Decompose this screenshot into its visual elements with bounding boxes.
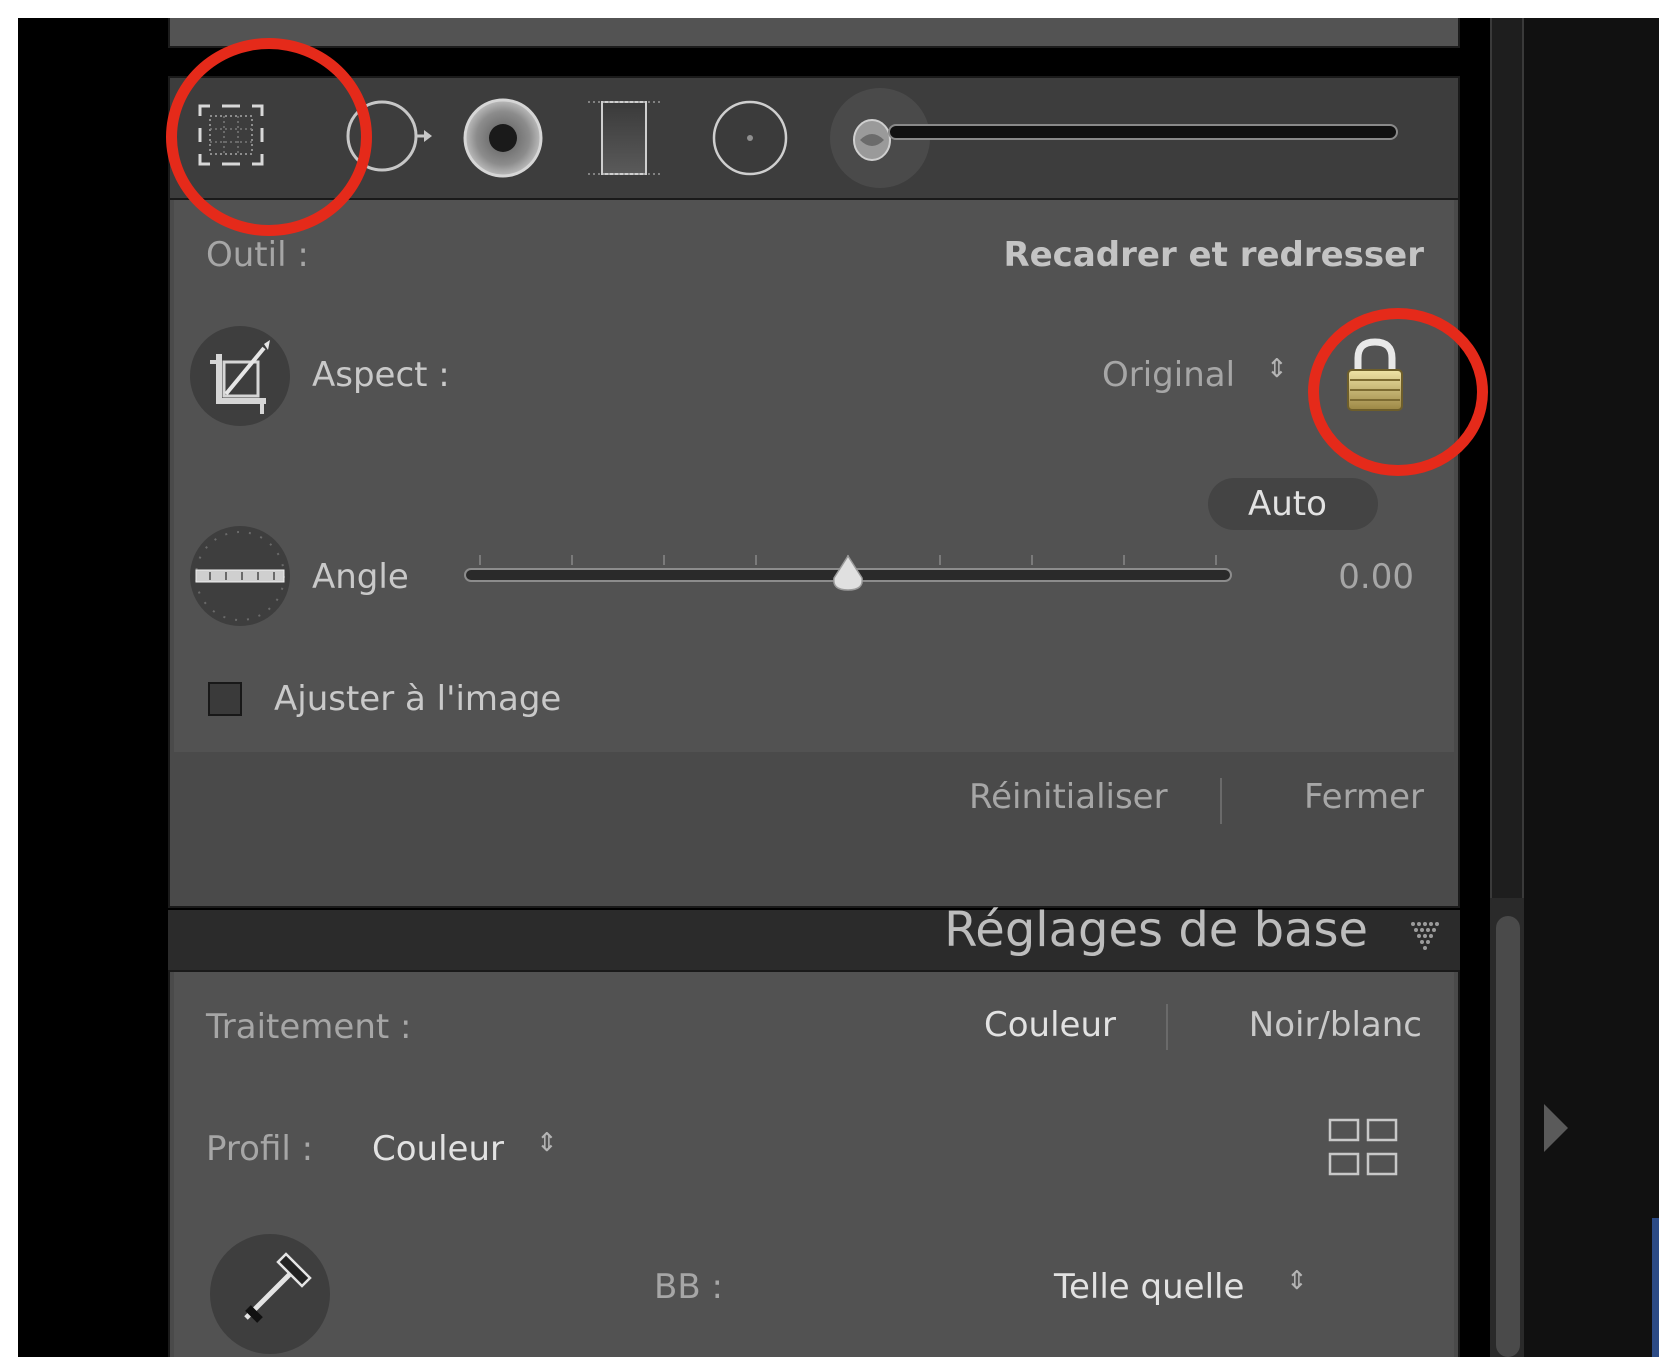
crop-footer: Réinitialiser Fermer bbox=[174, 752, 1454, 852]
treatment-row: Traitement : Couleur Noir/blanc bbox=[174, 972, 1454, 1081]
constrain-checkbox[interactable] bbox=[208, 682, 242, 716]
basic-panel: Traitement : Couleur Noir/blanc Profil :… bbox=[168, 970, 1460, 1357]
close-button[interactable]: Fermer bbox=[1304, 780, 1424, 814]
wb-label: BB : bbox=[654, 1267, 723, 1307]
panel-collapse-icon[interactable] bbox=[1408, 918, 1442, 952]
tool-label: Outil : bbox=[206, 235, 309, 275]
treatment-color-option[interactable]: Couleur bbox=[984, 1008, 1116, 1042]
brush-size-slider[interactable] bbox=[888, 124, 1398, 140]
lightroom-develop-panel: Outil : Recadrer et redresser Aspect: O… bbox=[18, 18, 1659, 1357]
window-edge bbox=[1652, 1218, 1659, 1357]
treatment-label: Traitement : bbox=[206, 1007, 412, 1047]
eyedropper-icon[interactable] bbox=[210, 1234, 330, 1354]
profile-label: Profil : bbox=[206, 1129, 314, 1169]
white-balance-row: BB : Telle quelle ⇕ bbox=[174, 1218, 1454, 1357]
crop-panel: Outil : Recadrer et redresser Aspect: O… bbox=[168, 198, 1460, 908]
basic-panel-title: Réglages de base bbox=[944, 902, 1368, 958]
basic-panel-header[interactable]: Réglages de base bbox=[168, 906, 1460, 970]
straighten-tool-icon[interactable] bbox=[190, 526, 290, 626]
angle-slider-thumb[interactable] bbox=[830, 554, 866, 596]
annotation-circle-crop-tool bbox=[166, 38, 372, 236]
profile-row: Profil : Couleur ⇕ bbox=[174, 1080, 1454, 1219]
filmstrip-edge bbox=[1524, 18, 1659, 1357]
treatment-separator bbox=[1166, 1004, 1168, 1050]
previous-panel-edge bbox=[168, 18, 1460, 48]
scrollbar-thumb[interactable] bbox=[1496, 916, 1520, 1357]
radial-filter-icon[interactable] bbox=[708, 96, 792, 180]
aspect-value[interactable]: Original bbox=[1102, 358, 1235, 392]
aspect-row: Aspect : Original ⇕ bbox=[174, 306, 1454, 445]
graduated-filter-icon[interactable] bbox=[584, 96, 664, 180]
treatment-bw-option[interactable]: Noir/blanc bbox=[1249, 1008, 1422, 1042]
auto-button[interactable]: Auto bbox=[1208, 478, 1378, 530]
wb-chevron-icon[interactable]: ⇕ bbox=[1286, 1268, 1308, 1294]
aspect-label: Aspect : bbox=[312, 355, 450, 395]
aspect-chevron-icon[interactable]: ⇕ bbox=[1266, 356, 1288, 382]
profile-chevron-icon[interactable]: ⇕ bbox=[536, 1130, 558, 1156]
collapse-right-panel-icon[interactable] bbox=[1542, 1100, 1572, 1156]
annotation-circle-lock bbox=[1308, 308, 1488, 476]
red-eye-icon[interactable] bbox=[458, 93, 548, 183]
profile-browser-icon[interactable] bbox=[1326, 1116, 1398, 1178]
wb-value[interactable]: Telle quelle bbox=[1054, 1270, 1244, 1304]
angle-row: Auto Angle 0.00 bbox=[174, 444, 1454, 643]
angle-label: Angle bbox=[312, 557, 409, 597]
profile-value[interactable]: Couleur bbox=[372, 1132, 504, 1166]
tool-row: Outil : Recadrer et redresser bbox=[174, 200, 1454, 307]
scrollbar-track-upper bbox=[1490, 18, 1524, 898]
angle-value[interactable]: 0.00 bbox=[1338, 560, 1414, 594]
crop-frame-tool-icon[interactable] bbox=[190, 326, 290, 426]
footer-separator bbox=[1220, 778, 1222, 824]
auto-button-label: Auto bbox=[1248, 484, 1327, 524]
constrain-label: Ajuster à l'image bbox=[274, 679, 562, 719]
reset-button[interactable]: Réinitialiser bbox=[969, 780, 1168, 814]
tool-name: Recadrer et redresser bbox=[1003, 235, 1424, 275]
constrain-row: Ajuster à l'image bbox=[174, 642, 1454, 753]
